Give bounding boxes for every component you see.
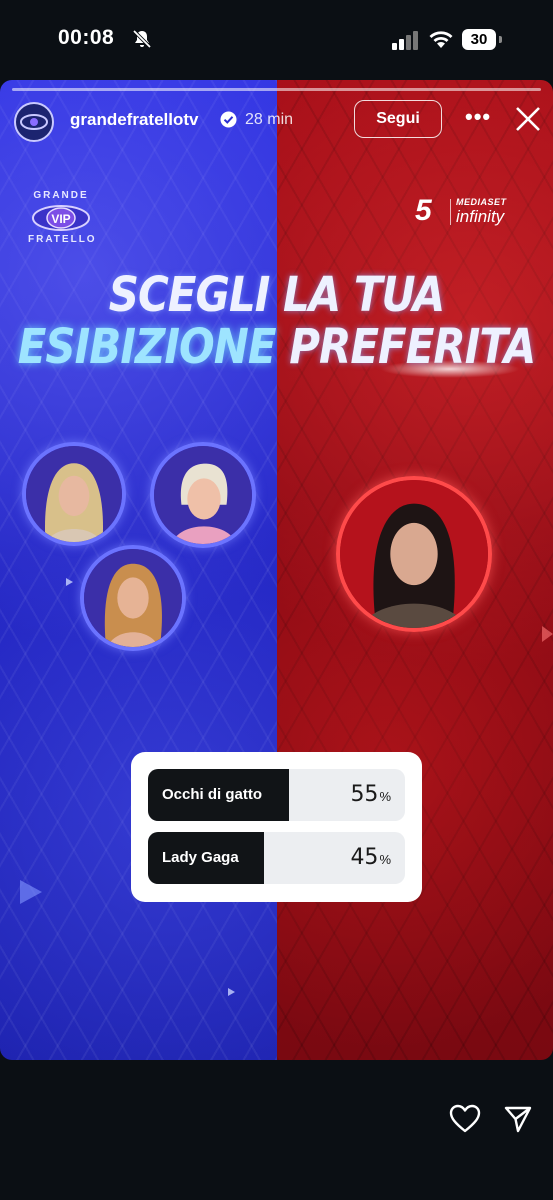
contestant-portrait-3 [80, 545, 186, 651]
headline-word-esibizione: ESIBIZIONE [17, 318, 277, 375]
story-frame[interactable]: grandefratellotv 28 min Segui ••• GRANDE… [0, 80, 553, 1060]
poll-percentage-symbol: % [379, 852, 391, 867]
logo-vip: VIP [51, 212, 70, 226]
eye-logo-icon: VIP [32, 205, 90, 231]
wifi-icon [429, 31, 453, 48]
poll-percentage-value: 55 [350, 782, 379, 807]
headline-line2: ESIBIZIONE PREFERITA [0, 318, 553, 374]
poll-option-occhi-di-gatto[interactable]: Occhi di gatto 55% [148, 769, 405, 821]
poll-option-lady-gaga[interactable]: Lady Gaga 45% [148, 832, 405, 884]
logo-line2: FRATELLO [28, 234, 97, 245]
poll-percentage-symbol: % [379, 789, 391, 804]
poll-sticker: Occhi di gatto 55% Lady Gaga 45% [131, 752, 422, 902]
story-progress-bar [12, 88, 541, 91]
battery-level: 30 [462, 29, 496, 50]
avatar[interactable] [14, 102, 54, 142]
follow-button[interactable]: Segui [354, 100, 442, 138]
logo-line1: GRANDE [33, 190, 89, 201]
infinity-label: infinity [456, 207, 505, 226]
canale5-number: 5 [415, 194, 432, 227]
status-time: 00:08 [58, 26, 115, 49]
mediaset-infinity-logo: 5 MEDIASET infinity [415, 196, 525, 228]
decorative-triangle [20, 880, 42, 904]
gf-eye-icon [20, 114, 48, 130]
poll-option-label: Occhi di gatto [162, 786, 263, 803]
decorative-triangle [228, 988, 235, 996]
heart-icon[interactable] [449, 1104, 481, 1134]
mediaset-label: MEDIASET [456, 197, 507, 207]
bell-muted-icon [132, 29, 152, 49]
headline-word-preferita: PREFERITA [289, 318, 536, 375]
logo-separator [450, 199, 451, 225]
story-header: grandefratellotv 28 min Segui ••• [0, 96, 553, 146]
poll-option-label: Lady Gaga [162, 849, 239, 866]
send-icon[interactable] [503, 1104, 533, 1134]
grande-fratello-vip-logo: GRANDE VIP FRATELLO [28, 190, 97, 246]
status-bar: 00:08 30 [0, 0, 553, 80]
story-time-ago: 28 min [245, 111, 294, 128]
contestant-portrait-1 [22, 442, 126, 546]
decorative-triangle [66, 578, 73, 586]
battery-tip [499, 36, 502, 43]
story-footer [0, 1060, 553, 1200]
close-icon[interactable] [513, 104, 543, 134]
username[interactable]: grandefratellotv [70, 110, 198, 130]
cellular-signal-icon [392, 31, 418, 50]
contestant-portrait-2 [150, 442, 256, 548]
more-options-button[interactable]: ••• [465, 104, 491, 134]
headline-line1: SCEGLI LA TUA [108, 266, 446, 323]
battery-icon: 30 [462, 29, 502, 50]
verified-badge-icon [220, 111, 237, 128]
poll-percentage: 55% [350, 769, 391, 821]
poll-percentage: 45% [350, 832, 391, 884]
poll-percentage-value: 45 [350, 845, 379, 870]
decorative-triangle [542, 626, 553, 642]
contestant-portrait-4 [336, 476, 492, 632]
